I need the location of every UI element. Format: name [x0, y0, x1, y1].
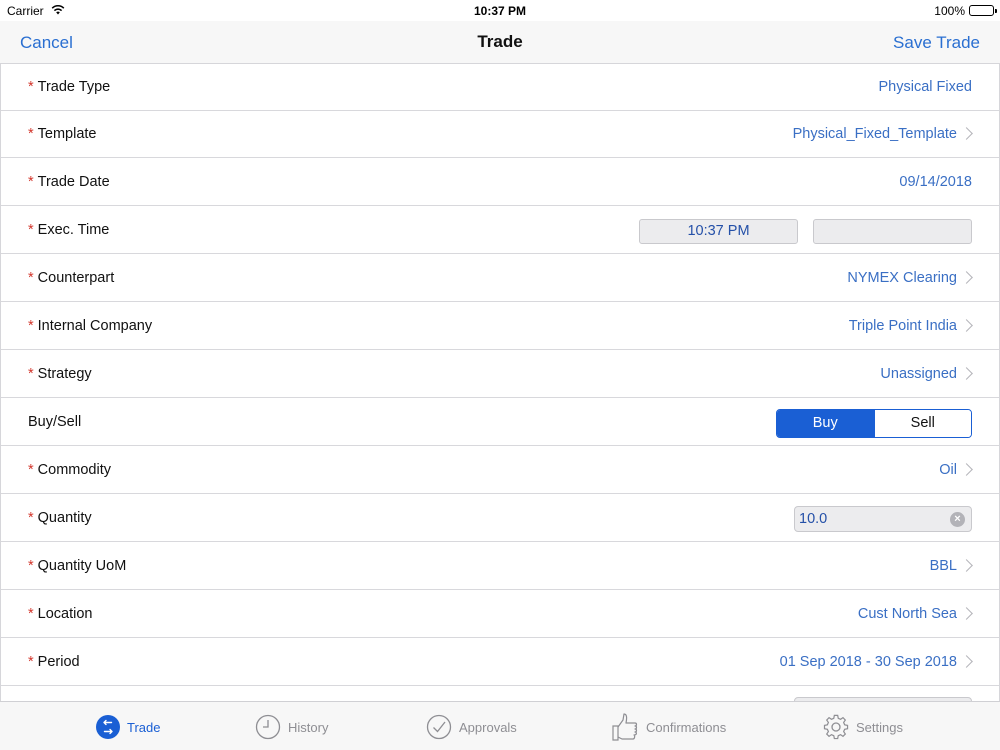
battery-icon	[969, 5, 997, 16]
row-location[interactable]: * Location Cust North Sea	[1, 591, 999, 638]
tab-history-label: History	[288, 720, 329, 735]
internal-company-value: Triple Point India	[848, 318, 957, 334]
thumbs-up-icon	[612, 713, 638, 741]
gear-icon	[823, 714, 849, 740]
template-label: * Template	[28, 126, 97, 142]
buy-segment[interactable]: Buy	[777, 410, 874, 437]
exec-time-secondary-field[interactable]	[813, 219, 972, 244]
template-value: Physical_Fixed_Template	[792, 126, 957, 142]
trade-date-value: 09/14/2018	[899, 174, 972, 190]
tab-history[interactable]: History	[255, 702, 345, 750]
chevron-right-icon	[960, 607, 973, 620]
quantity-label: * Quantity	[28, 510, 92, 526]
save-trade-button[interactable]: Save Trade	[893, 33, 980, 53]
row-partial	[1, 687, 999, 701]
commodity-value: Oil	[939, 462, 957, 478]
navigation-bar: Cancel Trade Save Trade	[0, 21, 1000, 64]
status-time: 10:37 PM	[473, 4, 527, 18]
page-title: Trade	[477, 32, 523, 51]
counterpart-label: * Counterpart	[28, 270, 115, 286]
chevron-right-icon	[960, 127, 973, 140]
row-exec-time: * Exec. Time 10:37 PM	[1, 207, 999, 254]
chevron-right-icon	[960, 367, 973, 380]
battery-percentage: 100%	[934, 4, 965, 18]
row-period[interactable]: * Period 01 Sep 2018 - 30 Sep 2018	[1, 639, 999, 686]
exec-time-label: * Exec. Time	[28, 222, 110, 238]
trade-form: * Trade Type Physical Fixed * Template Phy…	[0, 64, 1000, 701]
strategy-value: Unassigned	[880, 366, 957, 382]
tab-settings-label: Settings	[856, 720, 903, 735]
trade-type-value: Physical Fixed	[878, 79, 972, 95]
strategy-label: * Strategy	[28, 366, 92, 382]
row-quantity-uom[interactable]: * Quantity UoM BBL	[1, 543, 999, 590]
trade-screen: Carrier 10:37 PM 100% Cancel Trade Save …	[0, 0, 1000, 750]
sell-segment[interactable]: Sell	[873, 410, 971, 437]
commodity-label: * Commodity	[28, 462, 111, 478]
quantity-uom-value: BBL	[929, 558, 957, 574]
buy-sell-segmented-control: Buy Sell	[776, 409, 972, 438]
tab-bar: Trade History Approvals Confirmations Se…	[0, 701, 1000, 750]
row-template[interactable]: * Template Physical_Fixed_Template	[1, 111, 999, 158]
buy-sell-label: Buy/Sell	[28, 414, 82, 430]
checkmark-circle-icon	[426, 714, 452, 740]
row-counterpart[interactable]: * Counterpart NYMEX Clearing	[1, 255, 999, 302]
quantity-input[interactable]: 10.0 ×	[794, 506, 972, 532]
status-bar: Carrier 10:37 PM 100%	[0, 0, 1000, 21]
chevron-right-icon	[960, 655, 973, 668]
trade-arrows-icon	[96, 715, 120, 739]
tab-confirmations[interactable]: Confirmations	[612, 702, 742, 750]
clock-icon	[255, 714, 281, 740]
clear-icon[interactable]: ×	[950, 512, 965, 527]
row-strategy[interactable]: * Strategy Unassigned	[1, 351, 999, 398]
trade-date-label: * Trade Date	[28, 174, 110, 190]
tab-confirmations-label: Confirmations	[646, 720, 727, 735]
internal-company-label: * Internal Company	[28, 318, 153, 334]
row-trade-type[interactable]: * Trade Type Physical Fixed	[1, 64, 999, 111]
period-value: 01 Sep 2018 - 30 Sep 2018	[779, 654, 957, 670]
row-internal-company[interactable]: * Internal Company Triple Point India	[1, 303, 999, 350]
trade-type-label: * Trade Type	[28, 79, 111, 95]
tab-trade-label: Trade	[127, 720, 161, 735]
quantity-input-value: 10.0	[799, 511, 828, 527]
row-trade-date[interactable]: * Trade Date 09/14/2018	[1, 159, 999, 206]
counterpart-value: NYMEX Clearing	[847, 270, 957, 286]
tab-trade[interactable]: Trade	[95, 702, 175, 750]
tab-approvals[interactable]: Approvals	[426, 702, 526, 750]
chevron-right-icon	[960, 559, 973, 572]
location-value: Cust North Sea	[857, 606, 957, 622]
location-label: * Location	[28, 606, 93, 622]
chevron-right-icon	[960, 463, 973, 476]
chevron-right-icon	[960, 271, 973, 284]
row-commodity[interactable]: * Commodity Oil	[1, 447, 999, 494]
period-label: * Period	[28, 654, 80, 670]
quantity-uom-label: * Quantity UoM	[28, 558, 127, 574]
chevron-right-icon	[960, 319, 973, 332]
tab-approvals-label: Approvals	[459, 720, 517, 735]
row-quantity: * Quantity 10.0 ×	[1, 495, 999, 542]
exec-time-field[interactable]: 10:37 PM	[639, 219, 798, 244]
row-buy-sell: Buy/Sell Buy Sell	[1, 399, 999, 446]
tab-settings[interactable]: Settings	[823, 702, 923, 750]
